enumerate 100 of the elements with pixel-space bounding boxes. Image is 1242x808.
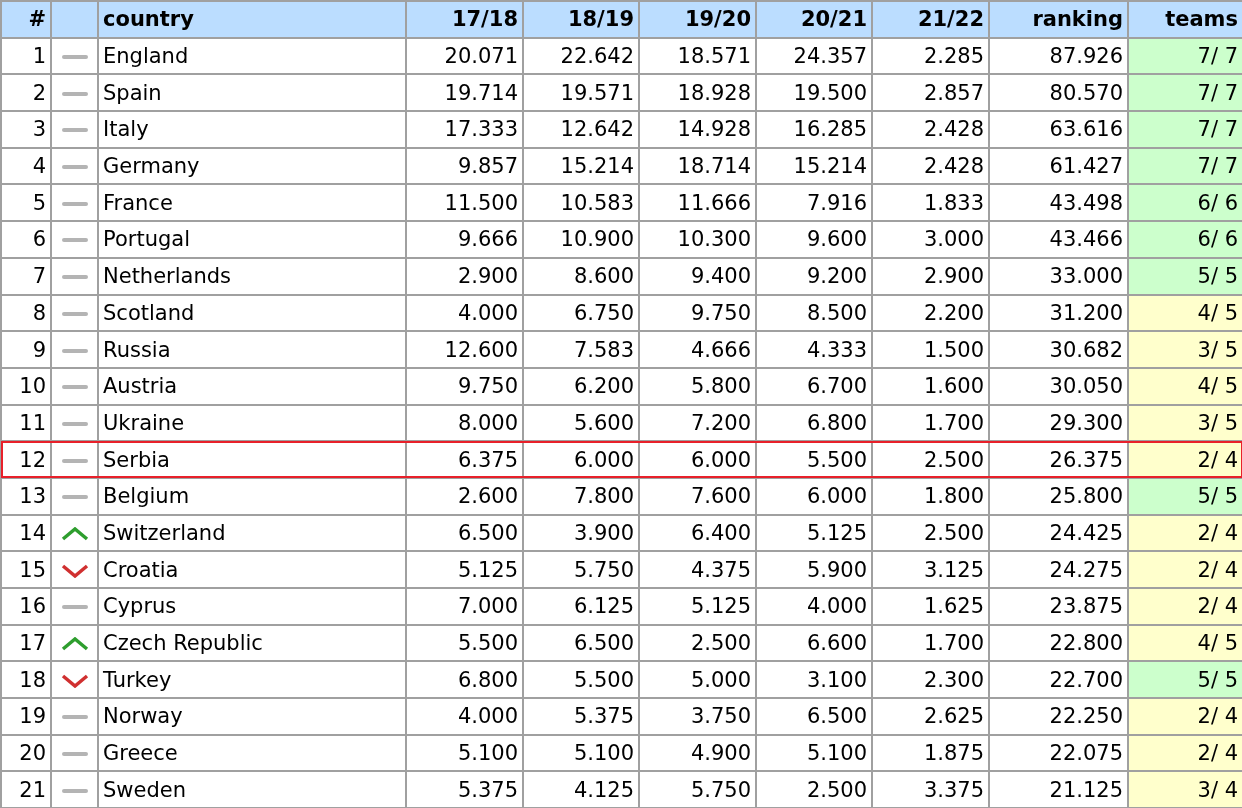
score-cell: 3.750 (639, 698, 756, 735)
score-cell: 5.500 (523, 661, 639, 699)
up-chevron-icon (60, 637, 89, 652)
score-cell: 5.900 (756, 551, 872, 588)
country-cell: Spain (98, 74, 406, 112)
score-cell: 3.375 (872, 771, 989, 808)
score-cell: 6.200 (523, 367, 639, 405)
dash-icon (61, 421, 88, 426)
column-header: 19/20 (639, 1, 756, 38)
score-cell: 2.625 (872, 698, 989, 735)
score-cell: 2.500 (872, 514, 989, 552)
country-cell: Serbia (98, 441, 406, 478)
teams-cell: 2/ 4 (1128, 588, 1242, 625)
score-cell: 5.125 (406, 551, 523, 588)
ranking-cell: 25.800 (989, 477, 1128, 515)
teams-cell: 6/ 6 (1128, 184, 1242, 222)
score-cell: 16.285 (756, 111, 872, 148)
dash-icon (61, 128, 88, 133)
teams-cell: 5/ 5 (1128, 257, 1242, 295)
score-cell: 17.333 (406, 111, 523, 148)
rank-cell: 13 (1, 477, 51, 515)
score-cell: 20.071 (406, 37, 523, 75)
score-cell: 4.000 (406, 698, 523, 735)
ranking-cell: 22.800 (989, 624, 1128, 662)
score-cell: 5.125 (639, 588, 756, 625)
dash-icon (61, 788, 88, 793)
teams-cell: 2/ 4 (1128, 514, 1242, 552)
score-cell: 1.833 (872, 184, 989, 222)
ranking-cell: 22.700 (989, 661, 1128, 699)
rank-cell: 18 (1, 661, 51, 699)
score-cell: 2.428 (872, 111, 989, 148)
dash-icon (61, 91, 88, 96)
score-cell: 6.000 (523, 441, 639, 478)
score-cell: 2.300 (872, 661, 989, 699)
up-chevron-icon (60, 526, 89, 541)
score-cell: 5.100 (756, 734, 872, 772)
score-cell: 3.100 (756, 661, 872, 699)
teams-cell: 7/ 7 (1128, 111, 1242, 148)
teams-cell: 4/ 5 (1128, 624, 1242, 662)
dash-icon (61, 311, 88, 316)
country-cell: Switzerland (98, 514, 406, 552)
score-cell: 9.750 (639, 294, 756, 332)
ranking-cell: 43.466 (989, 221, 1128, 258)
rank-cell: 17 (1, 624, 51, 662)
rank-cell: 15 (1, 551, 51, 588)
rank-cell: 1 (1, 37, 51, 75)
score-cell: 7.583 (523, 331, 639, 368)
dash-icon (61, 348, 88, 353)
teams-cell: 6/ 6 (1128, 221, 1242, 258)
country-cell: Czech Republic (98, 624, 406, 662)
column-header: 18/19 (523, 1, 639, 38)
score-cell: 8.500 (756, 294, 872, 332)
score-cell: 3.125 (872, 551, 989, 588)
score-cell: 7.000 (406, 588, 523, 625)
ranking-cell: 30.050 (989, 367, 1128, 405)
ranking-cell: 24.425 (989, 514, 1128, 552)
ranking-cell: 31.200 (989, 294, 1128, 332)
score-cell: 5.375 (406, 771, 523, 808)
score-cell: 9.400 (639, 257, 756, 295)
rank-cell: 3 (1, 111, 51, 148)
score-cell: 4.900 (639, 734, 756, 772)
score-cell: 9.600 (756, 221, 872, 258)
score-cell: 5.750 (523, 551, 639, 588)
ranking-cell: 22.250 (989, 698, 1128, 735)
score-cell: 9.857 (406, 147, 523, 185)
teams-cell: 7/ 7 (1128, 74, 1242, 112)
score-cell: 9.666 (406, 221, 523, 258)
score-cell: 10.583 (523, 184, 639, 222)
ranking-cell: 22.075 (989, 734, 1128, 772)
score-cell: 4.125 (523, 771, 639, 808)
dash-icon (61, 55, 88, 60)
score-cell: 22.642 (523, 37, 639, 75)
ranking-cell: 24.275 (989, 551, 1128, 588)
score-cell: 19.500 (756, 74, 872, 112)
score-cell: 18.928 (639, 74, 756, 112)
score-cell: 2.500 (756, 771, 872, 808)
score-cell: 11.666 (639, 184, 756, 222)
score-cell: 4.333 (756, 331, 872, 368)
score-cell: 6.800 (756, 404, 872, 442)
country-cell: Greece (98, 734, 406, 772)
dash-icon (61, 238, 88, 243)
score-cell: 2.200 (872, 294, 989, 332)
score-cell: 3.900 (523, 514, 639, 552)
score-cell: 8.600 (523, 257, 639, 295)
score-cell: 6.800 (406, 661, 523, 699)
score-cell: 11.500 (406, 184, 523, 222)
ranking-cell: 30.682 (989, 331, 1128, 368)
score-cell: 7.800 (523, 477, 639, 515)
score-cell: 14.928 (639, 111, 756, 148)
score-cell: 1.800 (872, 477, 989, 515)
rank-cell: 9 (1, 331, 51, 368)
country-cell: France (98, 184, 406, 222)
ranking-cell: 43.498 (989, 184, 1128, 222)
ranking-cell: 80.570 (989, 74, 1128, 112)
rank-cell: 16 (1, 588, 51, 625)
score-cell: 6.500 (756, 698, 872, 735)
rank-cell: 11 (1, 404, 51, 442)
score-cell: 9.750 (406, 367, 523, 405)
rank-cell: 20 (1, 734, 51, 772)
score-cell: 2.900 (406, 257, 523, 295)
